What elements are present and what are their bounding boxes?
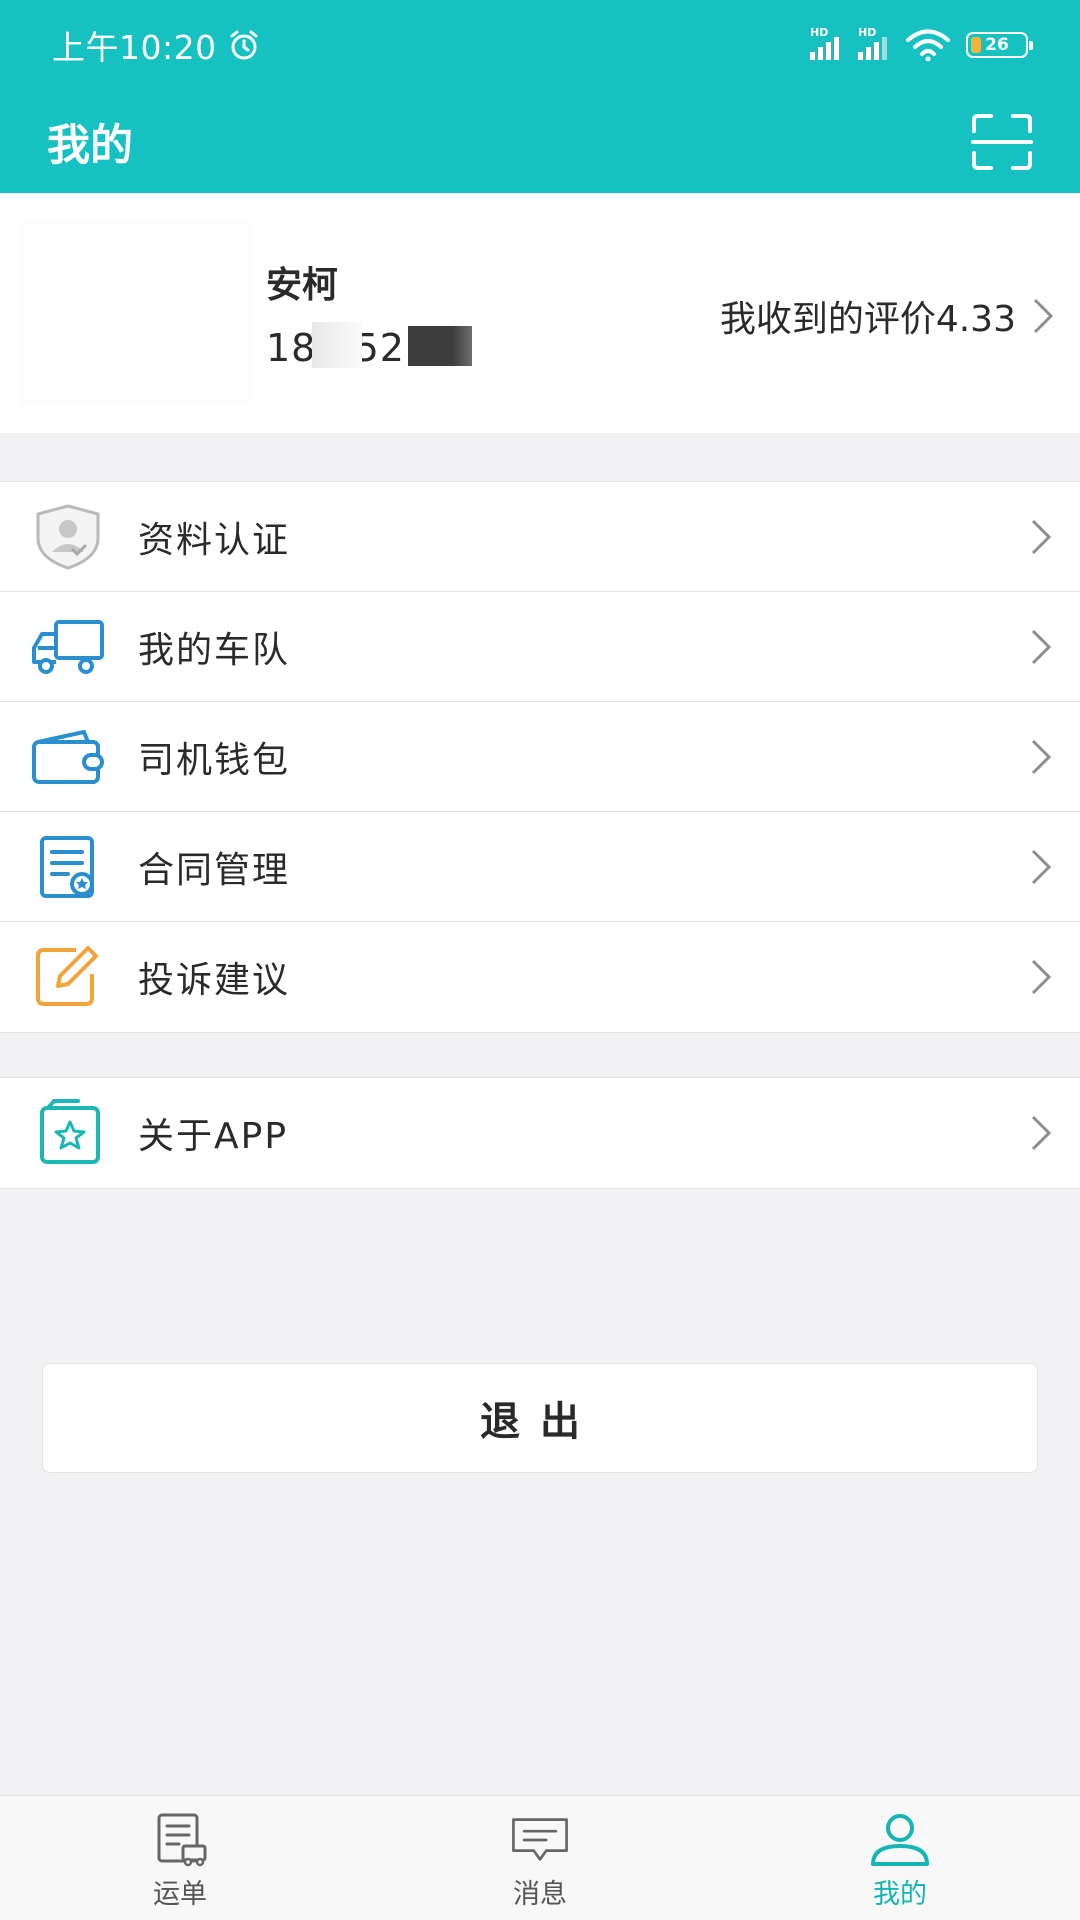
chevron-right-icon xyxy=(1031,739,1052,775)
chevron-right-icon xyxy=(1031,629,1052,665)
wallet-icon xyxy=(32,729,104,784)
menu-label: 合同管理 xyxy=(138,849,291,891)
person-icon xyxy=(871,1814,929,1866)
menu-label: 我的车队 xyxy=(138,629,291,671)
message-icon xyxy=(512,1818,568,1861)
bottom-nav: 运单 消息 我的 xyxy=(0,1795,1080,1920)
truck-icon xyxy=(32,619,104,674)
title-bar: 我的 xyxy=(0,90,1080,193)
tab-label: 我的 xyxy=(873,1879,927,1910)
chevron-right-icon xyxy=(1033,298,1054,334)
menu-label: 司机钱包 xyxy=(138,739,291,781)
menu-item-contract[interactable]: 合同管理 xyxy=(0,812,1080,922)
rating-link[interactable]: 我收到的评价4.33 xyxy=(720,290,1054,342)
chevron-right-icon xyxy=(1031,849,1052,885)
menu-item-wallet[interactable]: 司机钱包 xyxy=(0,702,1080,812)
menu-label: 资料认证 xyxy=(138,519,291,561)
chevron-right-icon xyxy=(1031,959,1052,995)
tab-mine[interactable]: 我的 xyxy=(720,1796,1080,1920)
status-time: 上午10:20 xyxy=(52,28,217,67)
tab-label: 运单 xyxy=(153,1879,207,1910)
chevron-right-icon xyxy=(1031,519,1052,555)
tab-waybill[interactable]: 运单 xyxy=(0,1796,360,1920)
phone-redaction xyxy=(312,322,362,368)
menu-group-about: 关于APP xyxy=(0,1077,1080,1189)
wifi-icon xyxy=(906,29,950,61)
menu-item-id-verify[interactable]: 资料认证 xyxy=(0,482,1080,592)
status-indicators: HD HD 26 xyxy=(810,26,1033,61)
edit-icon xyxy=(36,946,98,1006)
menu-group-main: 资料认证 我的车队 司机钱包 合同管理 投诉建议 xyxy=(0,481,1080,1033)
menu-item-complaint[interactable]: 投诉建议 xyxy=(0,922,1080,1032)
chevron-right-icon xyxy=(1031,1115,1052,1151)
id-verify-icon xyxy=(36,503,100,570)
menu-label: 关于APP xyxy=(138,1116,289,1157)
user-name: 安柯 xyxy=(266,265,339,306)
tab-label: 消息 xyxy=(513,1879,567,1910)
logout-button[interactable]: 退出 xyxy=(42,1363,1038,1473)
signal-hd-label: HD xyxy=(810,26,829,39)
menu-item-fleet[interactable]: 我的车队 xyxy=(0,592,1080,702)
signal-hd-label-2: HD xyxy=(858,26,877,39)
my-page-screen: 上午10:20 HD HD 26 我的 安柯 182 521 我收到的评价4.3… xyxy=(0,0,1080,1920)
scan-icon[interactable] xyxy=(971,113,1033,171)
battery-level: 26 xyxy=(985,35,1009,55)
battery-icon: 26 xyxy=(966,32,1033,58)
tab-messages[interactable]: 消息 xyxy=(360,1796,720,1920)
waybill-icon xyxy=(157,1813,207,1867)
menu-label: 投诉建议 xyxy=(138,960,291,1001)
contract-icon xyxy=(40,835,94,898)
header: 上午10:20 HD HD 26 我的 xyxy=(0,0,1080,193)
alarm-icon xyxy=(230,30,258,60)
status-bar: 上午10:20 HD HD 26 xyxy=(0,0,1080,90)
signal-icon-2: HD xyxy=(858,26,890,60)
rating-label: 我收到的评价4.33 xyxy=(719,299,1016,340)
menu-item-about-app[interactable]: 关于APP xyxy=(0,1078,1080,1188)
avatar[interactable] xyxy=(20,221,250,406)
phone-redaction xyxy=(408,326,472,366)
signal-icon: HD xyxy=(810,26,842,60)
app-star-icon xyxy=(40,1099,100,1164)
page-title: 我的 xyxy=(47,120,133,171)
